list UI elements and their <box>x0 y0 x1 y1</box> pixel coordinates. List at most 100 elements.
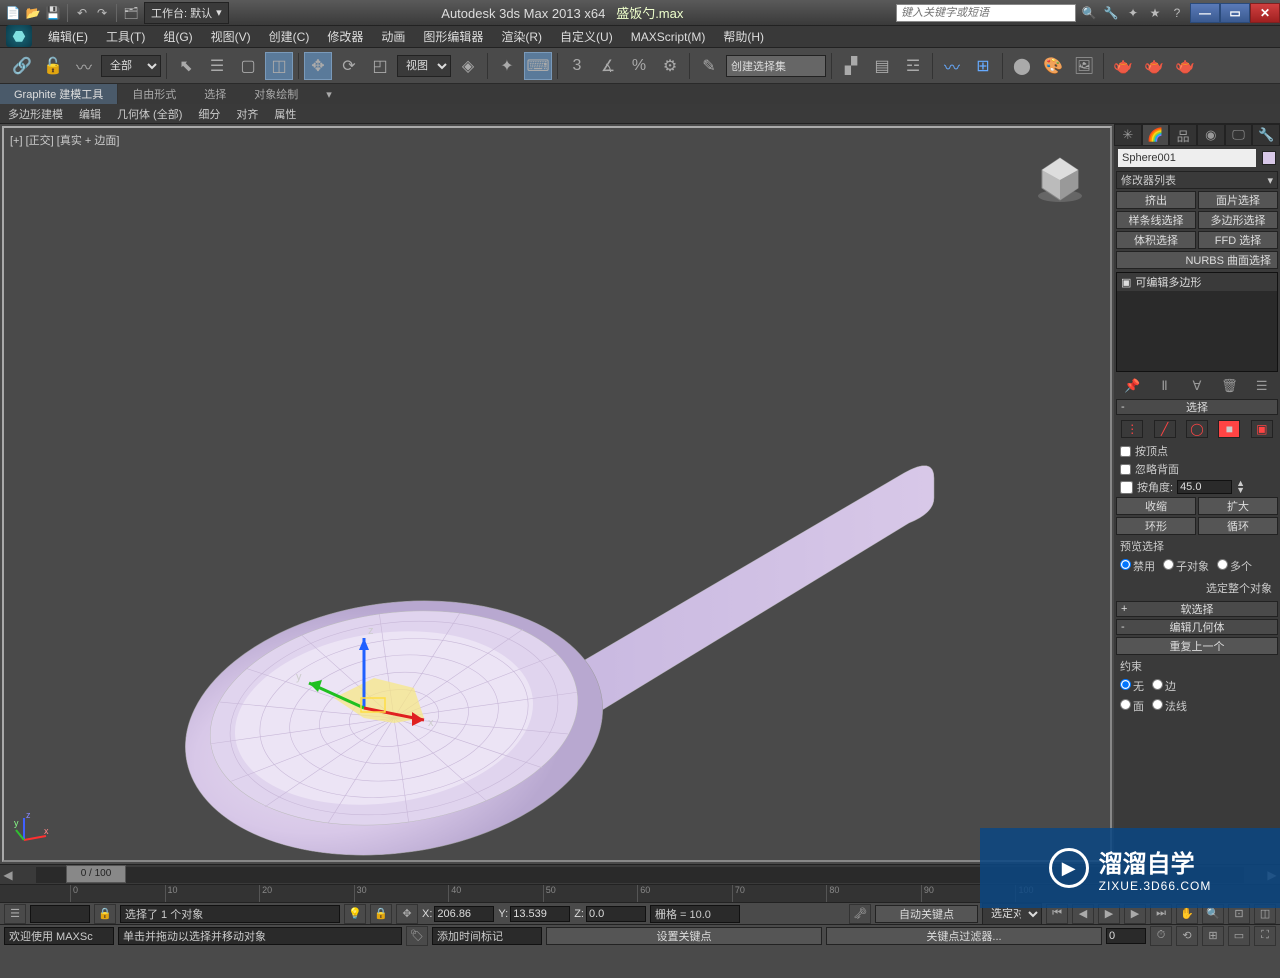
add-time-tag[interactable]: 添加时间标记 <box>432 927 542 945</box>
btn-grow[interactable]: 扩大 <box>1198 497 1278 515</box>
radio-preview-multi[interactable]: 多个 <box>1217 558 1252 574</box>
display-tab-icon[interactable]: 🖵 <box>1225 124 1253 146</box>
workspace-selector[interactable]: 工作台: 默认 ▾ <box>144 2 229 24</box>
render-quick-icon[interactable]: 🫖 <box>1171 52 1199 80</box>
nav-maximize-icon[interactable]: ⊞ <box>1202 926 1224 946</box>
percent-snap-icon[interactable]: % <box>625 52 653 80</box>
setkey-button[interactable]: 设置关键点 <box>546 927 822 945</box>
render-iterate-icon[interactable]: 🫖 <box>1140 52 1168 80</box>
chk-ignore-backfacing[interactable]: 忽略背面 <box>1114 460 1280 478</box>
btn-repeat-last[interactable]: 重复上一个 <box>1116 637 1278 655</box>
select-by-name-icon[interactable]: ☰ <box>203 52 231 80</box>
named-selection-set[interactable] <box>726 55 826 77</box>
gsub-subdivision[interactable]: 细分 <box>190 104 228 124</box>
btn-loop[interactable]: 循环 <box>1198 517 1278 535</box>
remove-modifier-icon[interactable]: 🗑 <box>1219 377 1239 395</box>
render-production-icon[interactable]: 🫖 <box>1109 52 1137 80</box>
subscription-icon[interactable]: 🔧 <box>1102 4 1120 22</box>
chk-by-vertex[interactable]: 按顶点 <box>1114 442 1280 460</box>
open-icon[interactable]: 📂 <box>24 4 42 22</box>
btn-face-select[interactable]: 面片选择 <box>1198 191 1278 209</box>
object-name-field[interactable]: Sphere001 <box>1118 149 1256 167</box>
minimize-button[interactable]: — <box>1190 3 1220 23</box>
view-cube[interactable] <box>1030 148 1090 208</box>
snap-toggle-icon[interactable]: 3 <box>563 52 591 80</box>
render-setup-icon[interactable]: 🎨 <box>1039 52 1067 80</box>
btn-extrude[interactable]: 挤出 <box>1116 191 1196 209</box>
menu-edit[interactable]: 编辑(E) <box>40 26 96 47</box>
subobj-border-icon[interactable]: ◯ <box>1186 420 1208 438</box>
search-input[interactable] <box>896 4 1076 22</box>
viewport-label[interactable]: [+] [正交] [真实 + 边面] <box>10 132 119 148</box>
subobj-polygon-icon[interactable]: ■ <box>1218 420 1240 438</box>
menu-create[interactable]: 创建(C) <box>261 26 318 47</box>
subobj-vertex-icon[interactable]: ⋮ <box>1121 420 1143 438</box>
nav-min-max-icon[interactable]: ⛶ <box>1254 926 1276 946</box>
project-icon[interactable]: 🗂 <box>122 4 140 22</box>
create-tab-icon[interactable]: ✳ <box>1114 124 1142 146</box>
mirror-icon[interactable]: ▞ <box>837 52 865 80</box>
menu-rendering[interactable]: 渲染(R) <box>493 26 550 47</box>
maxscript-mini-listener-icon[interactable]: ☰ <box>4 904 26 924</box>
hierarchy-tab-icon[interactable]: 品 <box>1169 124 1197 146</box>
app-menu-icon[interactable]: ⬣ <box>6 25 32 47</box>
modifier-list-dropdown[interactable]: 修改器列表▾ <box>1116 171 1278 189</box>
pin-stack-icon[interactable]: 📌 <box>1122 377 1142 395</box>
make-unique-icon[interactable]: ∀ <box>1187 377 1207 395</box>
favorites-icon[interactable]: ★ <box>1146 4 1164 22</box>
gsub-properties[interactable]: 属性 <box>266 104 304 124</box>
menu-grapheditors[interactable]: 图形编辑器 <box>415 26 491 47</box>
keyboard-shortcut-icon[interactable]: ⌨ <box>524 52 552 80</box>
time-slider-handle[interactable]: 0 / 100 <box>66 865 126 883</box>
btn-poly-select[interactable]: 多边形选择 <box>1198 211 1278 229</box>
graphite-tab-objpaint[interactable]: 对象绘制 <box>240 84 312 104</box>
infocenter-icon[interactable]: 🔍 <box>1080 4 1098 22</box>
nav-zoom-region-icon[interactable]: ▭ <box>1228 926 1250 946</box>
spinner-snap-icon[interactable]: ⚙ <box>656 52 684 80</box>
menu-customize[interactable]: 自定义(U) <box>552 26 621 47</box>
window-crossing-icon[interactable]: ◫ <box>265 52 293 80</box>
graphite-tab-freeform[interactable]: 自由形式 <box>118 84 190 104</box>
angle-spinner[interactable] <box>1177 480 1232 494</box>
new-icon[interactable]: 📄 <box>4 4 22 22</box>
utilities-tab-icon[interactable]: 🔧 <box>1252 124 1280 146</box>
rotate-icon[interactable]: ⟳ <box>335 52 363 80</box>
current-frame-input[interactable] <box>1106 928 1146 944</box>
btn-spline-select[interactable]: 样条线选择 <box>1116 211 1196 229</box>
radio-cons-normal[interactable]: 法线 <box>1152 698 1187 714</box>
menu-group[interactable]: 组(G) <box>155 26 200 47</box>
btn-nurbs-select[interactable]: NURBS 曲面选择 <box>1116 251 1278 269</box>
modifier-stack[interactable]: ▣可编辑多边形 <box>1116 272 1278 372</box>
viewport[interactable]: [+] [正交] [真实 + 边面] <box>2 126 1112 862</box>
chk-by-angle[interactable] <box>1120 481 1133 494</box>
close-button[interactable]: ✕ <box>1250 3 1280 23</box>
selection-filter[interactable]: 全部 <box>101 55 161 77</box>
rendered-frame-icon[interactable]: 🖼 <box>1070 52 1098 80</box>
radio-preview-subobj[interactable]: 子对象 <box>1163 558 1209 574</box>
move-icon[interactable]: ✥ <box>304 52 332 80</box>
btn-shrink[interactable]: 收缩 <box>1116 497 1196 515</box>
radio-cons-edge[interactable]: 边 <box>1152 678 1176 694</box>
show-end-result-icon[interactable]: Ⅱ <box>1155 377 1175 395</box>
unlink-icon[interactable]: 🔓 <box>39 52 67 80</box>
modify-tab-icon[interactable]: 🌈 <box>1142 124 1170 146</box>
btn-ring[interactable]: 环形 <box>1116 517 1196 535</box>
undo-icon[interactable]: ↶ <box>73 4 91 22</box>
save-icon[interactable]: 💾 <box>44 4 62 22</box>
redo-icon[interactable]: ↷ <box>93 4 111 22</box>
graphite-expand-icon[interactable]: ▾ <box>312 86 346 103</box>
rollout-selection[interactable]: -选择 <box>1116 399 1278 415</box>
pivot-icon[interactable]: ◈ <box>454 52 482 80</box>
rollout-soft-selection[interactable]: +软选择 <box>1116 601 1278 617</box>
menu-maxscript[interactable]: MAXScript(M) <box>623 28 714 46</box>
subobj-edge-icon[interactable]: ╱ <box>1154 420 1176 438</box>
time-prev-icon[interactable]: ◀ <box>0 867 16 883</box>
maximize-button[interactable]: ▭ <box>1220 3 1250 23</box>
configure-sets-icon[interactable]: ☰ <box>1252 377 1272 395</box>
radio-preview-off[interactable]: 禁用 <box>1120 558 1155 574</box>
lock-selection-icon[interactable]: 🔒 <box>94 904 116 924</box>
menu-animation[interactable]: 动画 <box>373 26 413 47</box>
btn-ffd-select[interactable]: FFD 选择 <box>1198 231 1278 249</box>
ref-coordsys[interactable]: 视图 <box>397 55 451 77</box>
nav-arc-rotate-icon[interactable]: ⟲ <box>1176 926 1198 946</box>
